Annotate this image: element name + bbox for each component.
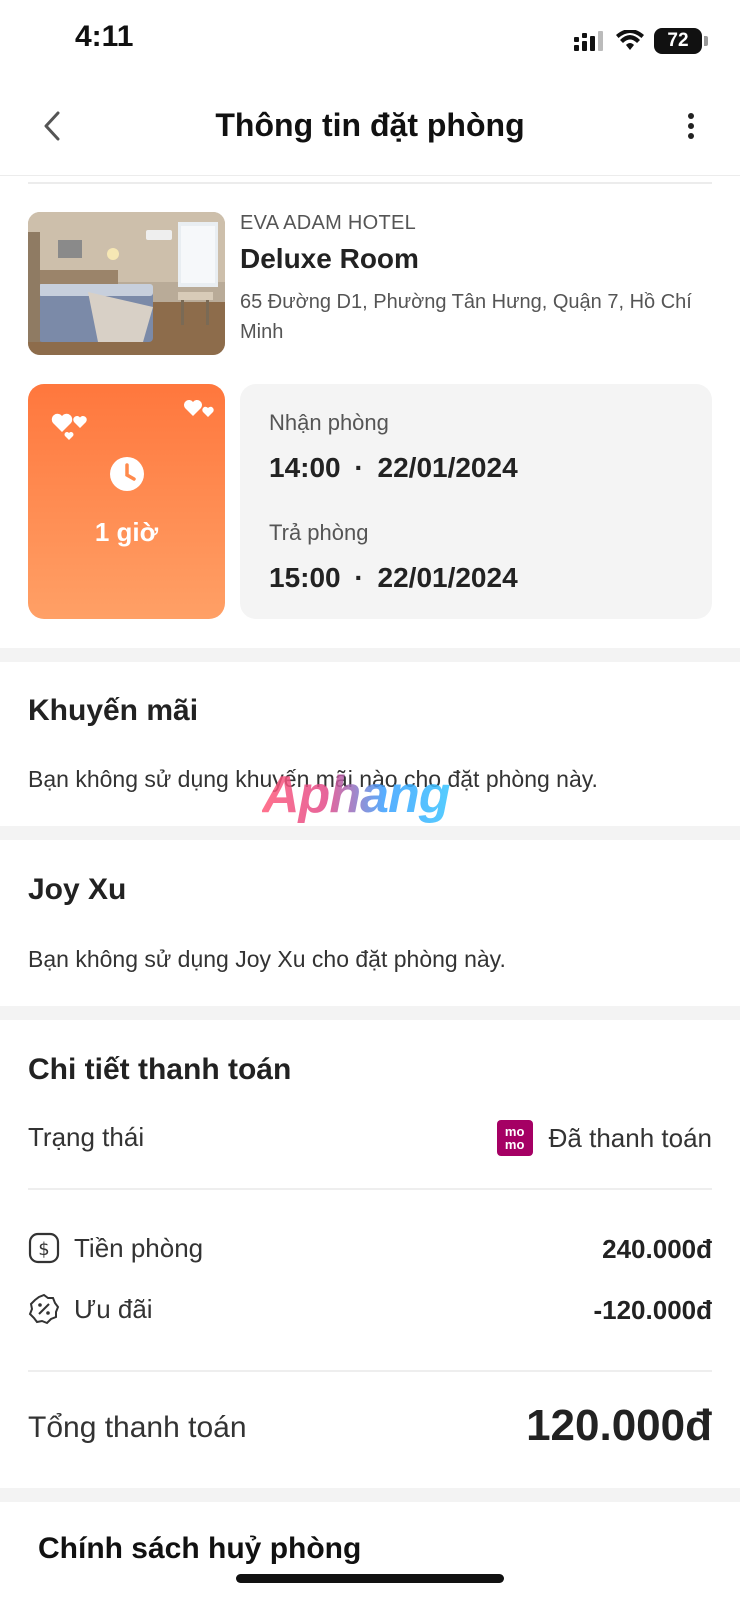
promo-title: Khuyến mãi [28,694,199,727]
separator-dot: · [354,452,364,483]
divider [28,182,712,184]
duration-label: 1 giờ [94,517,159,547]
room-price-label: Tiền phòng [74,1232,204,1263]
separator-dot: · [354,562,364,593]
wifi-icon [616,30,644,50]
cellular-signal-icon [574,31,603,51]
section-separator [0,826,740,840]
hearts-icon [184,400,214,417]
checkin-time: 14:00 [269,452,341,483]
status-icons: 72 [574,26,708,56]
section-separator [0,648,740,662]
room-type: Deluxe Room [240,243,419,274]
checkin-value: 14:00 · 22/01/2024 [269,452,518,484]
status-bar: 4:11 72 [0,0,740,82]
payment-status-label: Trạng thái [28,1122,145,1152]
checkout-label: Trả phòng [269,520,369,545]
status-time: 4:11 [75,20,134,53]
dollar-icon: $ [28,1232,60,1264]
hearts-icon [51,413,87,440]
checkin-label: Nhận phòng [269,410,389,435]
nav-bar: Thông tin đặt phòng [0,82,740,176]
hotel-room-photo [28,212,225,355]
divider [28,1188,712,1190]
discount-value: -120.000đ [593,1295,712,1325]
total-label: Tổng thanh toán [28,1411,247,1444]
page-title: Thông tin đặt phòng [215,107,525,143]
section-separator [0,1488,740,1502]
watermark-logo: Aphang [262,766,451,824]
svg-text:$: $ [38,1239,49,1260]
battery-level: 72 [667,30,689,51]
hotel-name: EVA ADAM HOTEL [240,212,417,234]
payment-title: Chi tiết thanh toán [28,1053,292,1086]
hotel-info: EVA ADAM HOTEL Deluxe Room 65 Đường D1, … [240,212,712,347]
dates-card: Nhận phòng 14:00 · 22/01/2024 Trả phòng … [240,384,712,619]
battery-icon: 72 [654,28,708,54]
home-indicator[interactable] [236,1574,504,1583]
cancellation-policy-title: Chính sách huỷ phòng [38,1532,362,1565]
more-vertical-icon [688,113,694,139]
clock-icon [110,457,144,491]
payment-status: mo mo Đã thanh toán [496,1120,712,1156]
section-separator [0,1006,740,1020]
room-price-value: 240.000đ [602,1234,712,1264]
hotel-card[interactable]: EVA ADAM HOTEL Deluxe Room 65 Đường D1, … [28,212,712,356]
joyxu-text: Bạn không sử dụng Joy Xu cho đặt phòng n… [28,946,506,972]
discount-label: Ưu đãi [74,1293,153,1324]
checkout-date: 22/01/2024 [377,562,518,593]
duration-card: 1 giờ [28,384,225,619]
payment-status-value: Đã thanh toán [548,1122,712,1153]
momo-icon: mo mo [496,1120,533,1156]
checkin-date: 22/01/2024 [377,452,518,483]
discount-badge-icon [28,1293,60,1325]
joyxu-title: Joy Xu [28,873,127,906]
more-button[interactable] [676,104,706,148]
room-price-row: $ Tiền phòng [28,1232,203,1264]
divider [28,1370,712,1372]
checkout-time: 15:00 [269,562,341,593]
total-value: 120.000đ [526,1401,712,1450]
hotel-address: 65 Đường D1, Phường Tân Hưng, Quận 7, Hồ… [240,291,692,343]
checkout-value: 15:00 · 22/01/2024 [269,562,518,594]
discount-row: Ưu đãi [28,1293,153,1325]
